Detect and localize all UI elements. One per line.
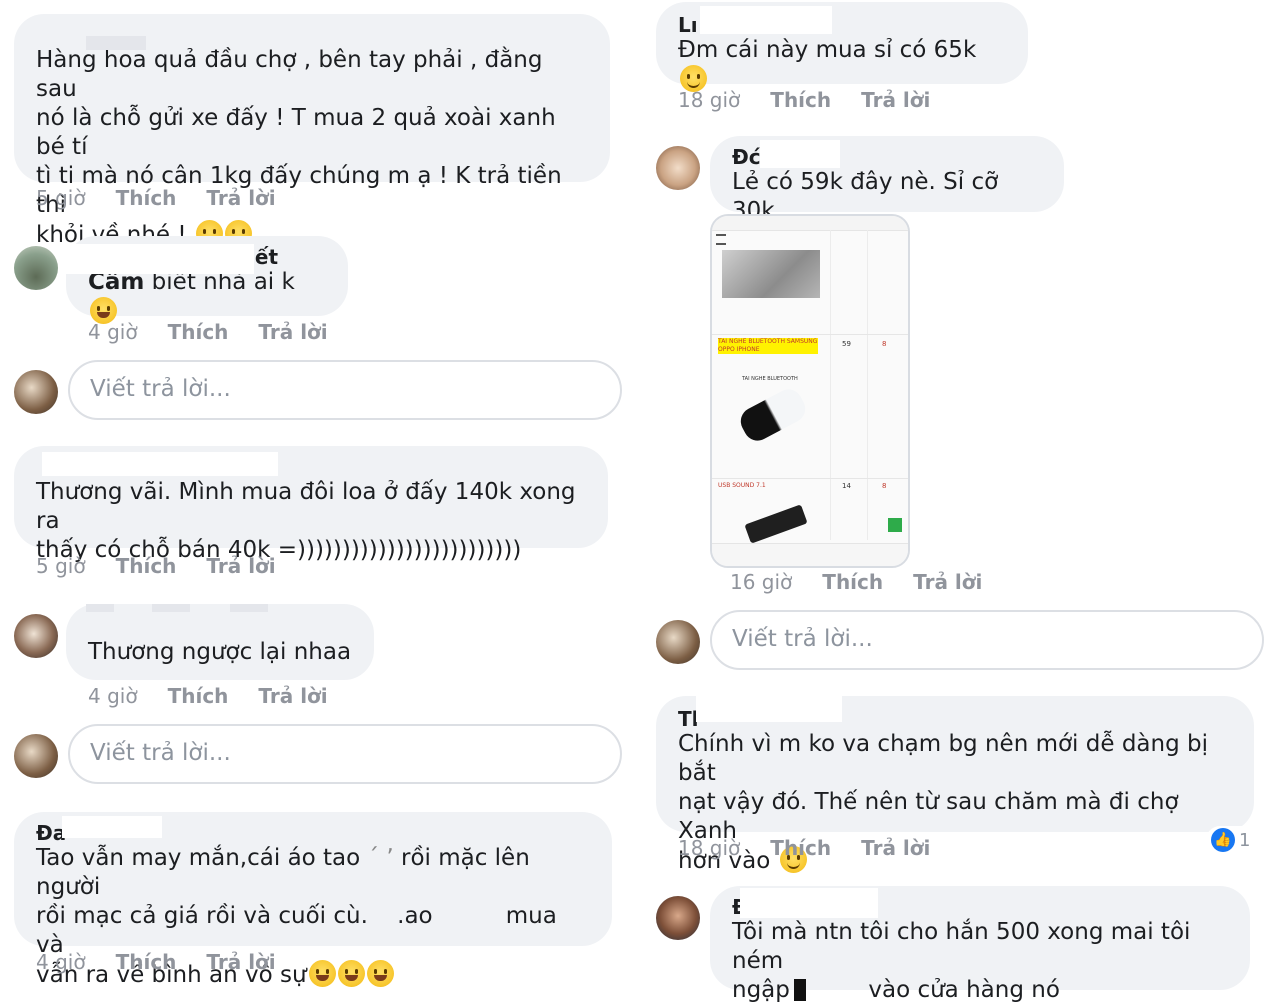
like-reaction-count[interactable]: 👍 1 [1206,826,1256,854]
comment-meta: 4 giờ Thích Trả lời [36,950,306,974]
attached-image[interactable]: TAI NGHE BLUETOOTH SAMSUNG OPPO IPHONE 5… [710,214,910,568]
redacted-name [760,140,840,168]
redacted-name [86,36,146,50]
avatar[interactable] [14,614,58,658]
reply-link[interactable]: Trả lời [861,88,930,112]
redacted-name [696,696,842,722]
like-link[interactable]: Thích [168,320,229,344]
reply-link[interactable]: Trả lời [258,684,327,708]
comment-time: 18 giờ [678,88,741,112]
redacted-name [700,6,832,34]
comment-meta: 5 giờ Thích Trả lời [36,186,306,210]
reply-input[interactable]: Viết trả lời... [68,360,622,420]
comment-time: 18 giờ [678,836,741,860]
current-user-avatar [14,370,58,414]
thumbs-up-icon: 👍 [1211,828,1235,852]
redacted-name [86,604,114,612]
comment-meta: 4 giờ Thích Trả lời [88,684,358,708]
product-qty: 14 [842,482,851,490]
like-link[interactable]: Thích [770,836,831,860]
menu-icon [716,234,726,245]
comment-meta: 4 giờ Thích Trả lời [88,320,358,344]
comment-text: Cẩm biết nhà ai k [88,268,326,327]
reply-input[interactable]: Viết trả lời... [710,610,1264,670]
reply-link[interactable]: Trả lời [206,950,275,974]
product-label: USB SOUND 7.1 [718,482,766,489]
comment-time: 5 giờ [36,554,86,578]
status-bar [712,216,908,231]
current-user-avatar [14,734,58,778]
redacted-name [62,816,162,838]
product-qty: 59 [842,340,851,348]
current-user-avatar [656,620,700,664]
redacted-name [740,888,878,918]
product-mark: 8 [882,340,887,348]
comment-text: Thương vãi. Mình mua đôi loa ở đấy 140k … [36,479,576,563]
like-link[interactable]: Thích [168,684,229,708]
comment-text: Tôi mà ntn tôi cho hắn 500 xong mai tôi … [732,919,1191,1003]
browser-nav-bar [712,543,908,566]
avatar[interactable] [656,896,700,940]
comment-time: 5 giờ [36,186,86,210]
reply-input[interactable]: Viết trả lời... [68,724,622,784]
rofl-emoji-icon [308,960,336,987]
product-photo [722,250,820,298]
redacted-name [42,452,278,476]
reply-link[interactable]: Trả lời [913,570,982,594]
like-link[interactable]: Thích [822,570,883,594]
like-link[interactable]: Thích [116,950,177,974]
product-sub-label: TAI NGHE BLUETOOTH [742,376,798,382]
product-label: TAI NGHE BLUETOOTH SAMSUNG OPPO IPHONE [718,338,818,354]
comment-time: 4 giờ [88,320,138,344]
like-link[interactable]: Thích [116,186,177,210]
rofl-emoji-icon [337,960,365,987]
comment-meta: 18 giờ Thích Trả lời [678,836,960,860]
comment-meta: 5 giờ Thích Trả lời [36,554,306,578]
like-link[interactable]: Thích [770,88,831,112]
usb-photo [744,504,808,544]
redacted-name [152,604,190,612]
comment-text: Đm cái này mua sỉ có 65k [678,36,1006,95]
redacted-name [230,604,268,612]
reply-link[interactable]: Trả lời [258,320,327,344]
avatar[interactable] [14,246,58,290]
comment-time: 4 giờ [88,684,138,708]
rofl-emoji-icon [366,960,394,987]
reply-link[interactable]: Trả lời [861,836,930,860]
redacted-name [64,244,254,274]
comment-time: 4 giờ [36,950,86,974]
avatar[interactable] [656,146,700,190]
product-mark: 8 [882,482,887,490]
headset-photo [735,384,811,446]
reply-link[interactable]: Trả lời [206,186,275,210]
like-link[interactable]: Thích [116,554,177,578]
comment-meta: 18 giờ Thích Trả lời [678,88,960,112]
comment-time: 16 giờ [730,570,793,594]
comment-meta: 16 giờ Thích Trả lời [730,570,1012,594]
scroll-top-icon [888,518,902,532]
comment-text: Hàng hoa quả đầu chợ , bên tay phải , đằ… [36,47,562,248]
comment-text: Thương ngược lại nhaa [88,639,352,665]
comment-bubble-4: Thương ngược lại nhaa [66,604,374,680]
reply-link[interactable]: Trả lời [206,554,275,578]
